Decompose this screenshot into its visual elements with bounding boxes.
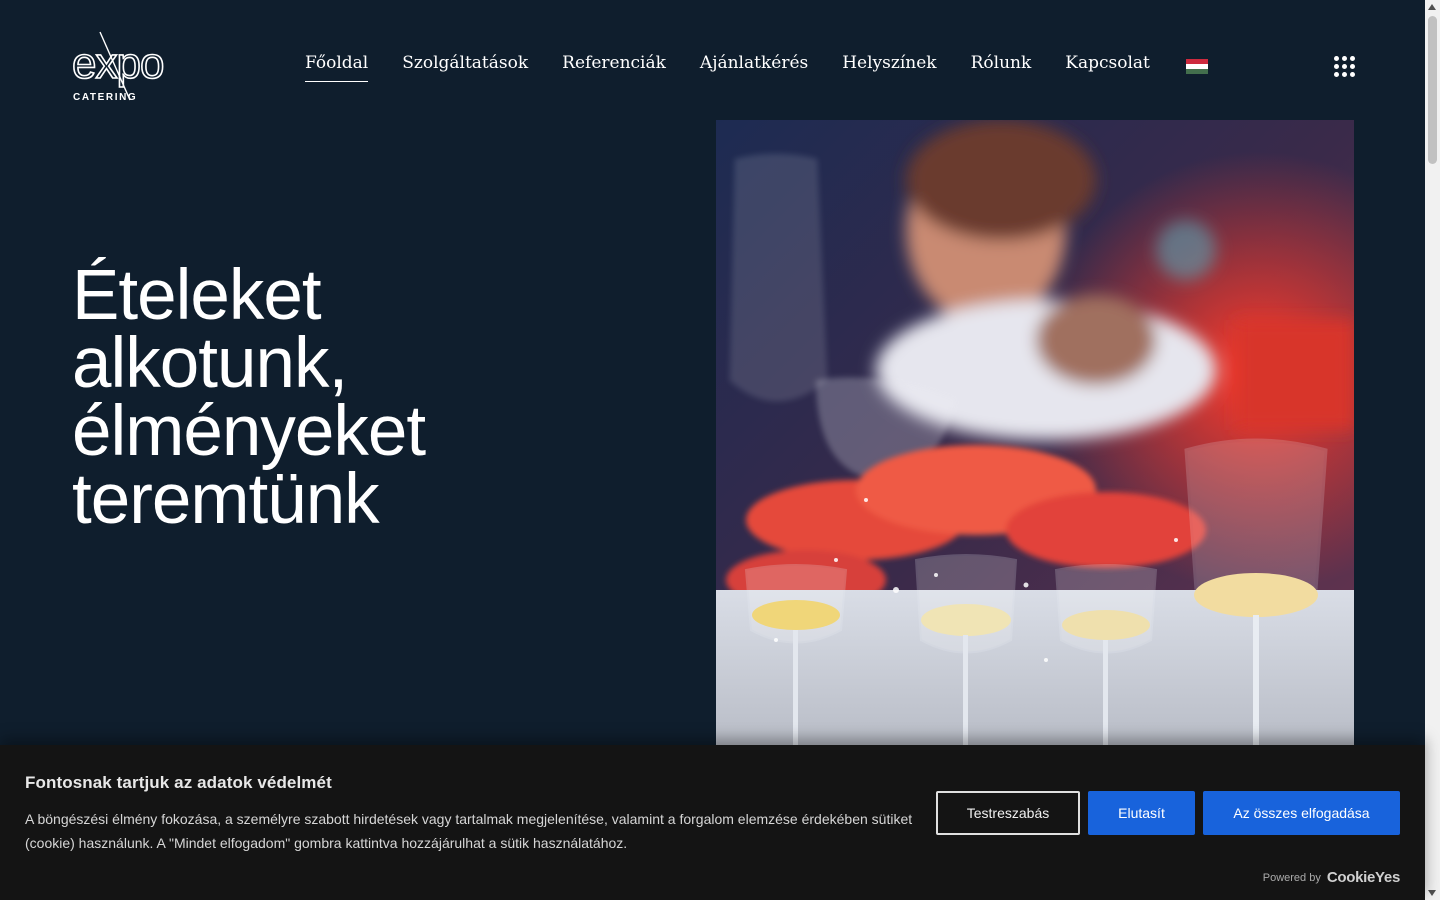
scrollbar-thumb[interactable] xyxy=(1428,16,1437,164)
nav-item-helyszinek[interactable]: Helyszínek xyxy=(842,53,936,77)
hero-line-1: Ételeket xyxy=(72,256,322,335)
hero-line-4: teremtünk xyxy=(72,460,380,539)
scroll-down-icon[interactable] xyxy=(1428,890,1436,896)
hero-line-2: alkotunk, xyxy=(72,324,348,403)
grid-menu-icon[interactable] xyxy=(1334,56,1355,77)
scroll-up-icon[interactable] xyxy=(1428,4,1436,10)
powered-by[interactable]: Powered by CookieYes xyxy=(1262,869,1401,886)
hero-heading: Ételeket alkotunk, élményeket teremtünk xyxy=(72,256,632,539)
logo-mark: expo CATERING xyxy=(71,31,165,103)
accept-all-button[interactable]: Az összes elfogadása xyxy=(1203,791,1400,835)
nav-item-fooldal[interactable]: Főoldal xyxy=(305,53,369,82)
wine-glasses-photo xyxy=(716,120,1354,750)
powered-by-label: Powered by xyxy=(1262,871,1321,884)
cookie-banner-title: Fontosnak tartjuk az adatok védelmét xyxy=(25,773,332,792)
main-nav: Főoldal Szolgáltatások Referenciák Ajánl… xyxy=(305,53,1208,82)
logo-sub: CATERING xyxy=(73,92,137,102)
reject-button[interactable]: Elutasít xyxy=(1088,791,1195,835)
nav-item-kapcsolat[interactable]: Kapcsolat xyxy=(1065,53,1150,77)
cookie-consent-banner: Fontosnak tartjuk az adatok védelmét A b… xyxy=(0,745,1425,900)
cookieyes-logo[interactable]: CookieYes xyxy=(1327,869,1400,886)
nav-item-ajanlatkeres[interactable]: Ajánlatkérés xyxy=(700,53,808,77)
page-scrollbar[interactable] xyxy=(1425,0,1440,900)
nav-item-referenciak[interactable]: Referenciák xyxy=(562,53,666,77)
hero-line-3: élményeket xyxy=(72,392,426,471)
nav-item-rolunk[interactable]: Rólunk xyxy=(971,53,1032,77)
customize-button[interactable]: Testreszabás xyxy=(936,791,1080,835)
nav-item-szolgaltatasok[interactable]: Szolgáltatások xyxy=(402,53,528,77)
logo-word: expo xyxy=(72,39,163,88)
hungarian-flag-icon[interactable] xyxy=(1185,58,1208,74)
cookie-banner-text: A böngészési élmény fokozása, a személyr… xyxy=(25,811,913,851)
expo-catering-logo[interactable]: expo CATERING xyxy=(71,30,212,103)
